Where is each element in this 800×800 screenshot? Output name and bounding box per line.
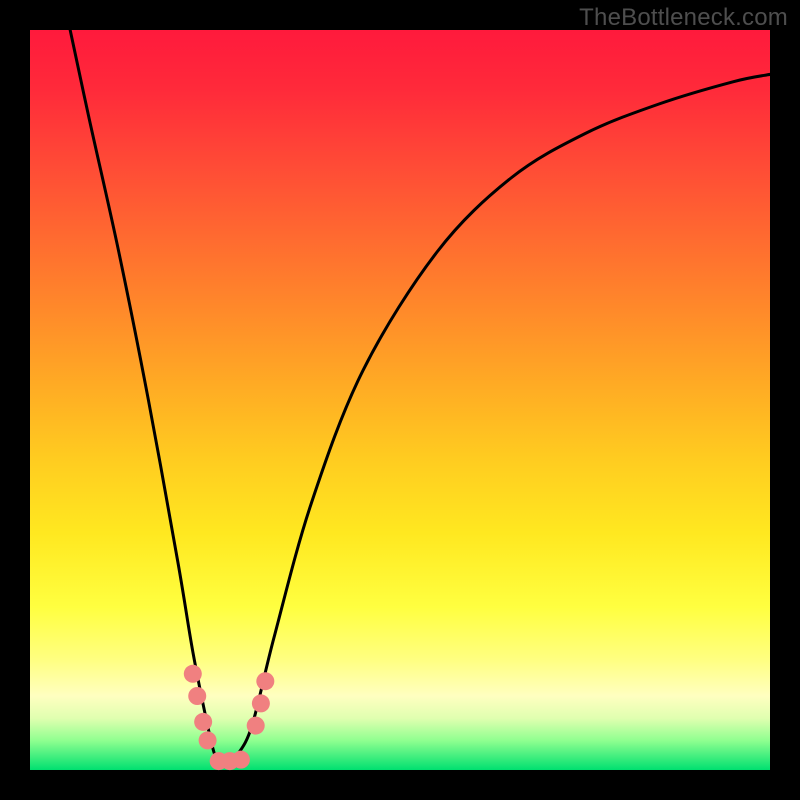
bottleneck-curve-svg bbox=[30, 30, 770, 770]
watermark-text: TheBottleneck.com bbox=[579, 4, 788, 32]
bottleneck-curve bbox=[67, 15, 770, 763]
curve-marker bbox=[252, 694, 270, 712]
curve-markers bbox=[184, 665, 275, 770]
curve-marker bbox=[199, 731, 217, 749]
curve-marker bbox=[194, 713, 212, 731]
curve-marker bbox=[232, 751, 250, 769]
curve-marker bbox=[184, 665, 202, 683]
curve-marker bbox=[256, 672, 274, 690]
chart-frame: TheBottleneck.com bbox=[0, 0, 800, 800]
curve-marker bbox=[188, 687, 206, 705]
plot-area bbox=[30, 30, 770, 770]
curve-marker bbox=[247, 717, 265, 735]
